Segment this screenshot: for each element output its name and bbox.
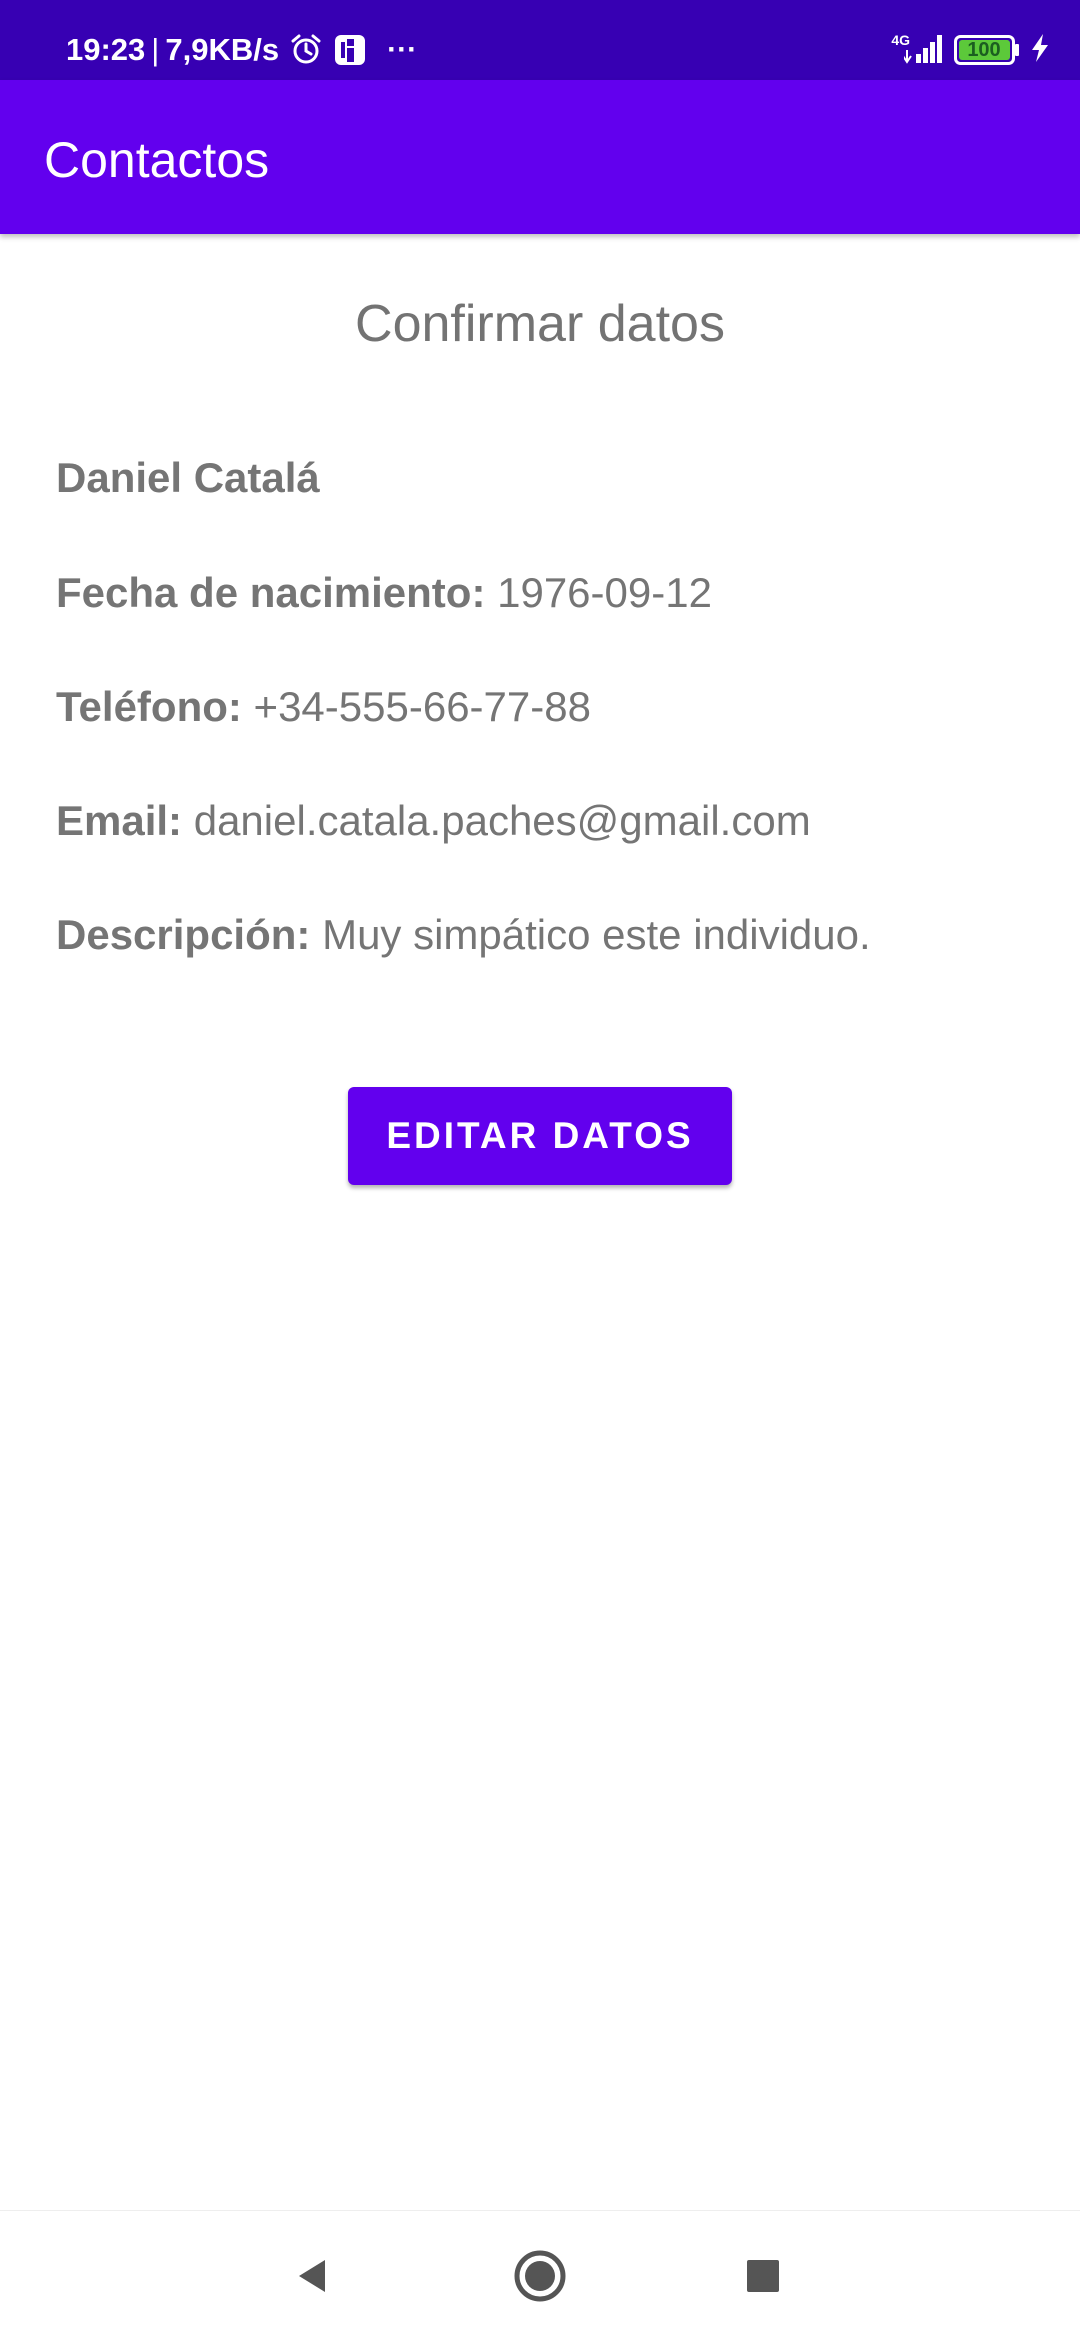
birth-date-label: Fecha de nacimiento: xyxy=(56,569,486,616)
contact-name: Daniel Catalá xyxy=(56,454,320,501)
back-icon[interactable] xyxy=(273,2236,353,2316)
notification-app-icon xyxy=(333,33,367,67)
birth-date-value: 1976-09-12 xyxy=(497,569,712,616)
screen: 19:23 | 7,9KB/s ··· 4G 100 Contactos Con… xyxy=(0,0,1080,2340)
navigation-bar xyxy=(0,2210,1080,2340)
status-time: 19:23 xyxy=(66,32,146,67)
network-type-label: 4G xyxy=(891,32,910,48)
description-label: Descripción: xyxy=(56,911,311,958)
status-bar: 19:23 | 7,9KB/s ··· 4G 100 xyxy=(0,0,1080,80)
edit-data-button[interactable]: EDITAR DATOS xyxy=(348,1087,732,1185)
page-title: Confirmar datos xyxy=(355,295,725,353)
birth-date-row: Fecha de nacimiento: 1976-09-12 xyxy=(56,569,1036,617)
battery-icon: 100 xyxy=(954,35,1020,65)
recents-icon[interactable] xyxy=(723,2236,803,2316)
status-separator: | xyxy=(151,32,160,67)
status-net-speed: 7,9KB/s xyxy=(165,32,280,67)
description-row: Descripción: Muy simpático este individu… xyxy=(56,911,1036,959)
alarm-icon xyxy=(289,33,323,67)
phone-row: Teléfono: +34-555-66-77-88 xyxy=(56,683,1036,731)
signal-icon xyxy=(902,32,944,69)
email-label: Email: xyxy=(56,797,183,844)
description-value: Muy simpático este individuo. xyxy=(322,911,871,958)
home-icon[interactable] xyxy=(500,2236,580,2316)
more-notifications-icon: ··· xyxy=(387,33,418,66)
phone-value: +34-555-66-77-88 xyxy=(253,683,591,730)
battery-level: 100 xyxy=(967,39,1001,61)
email-row: Email: daniel.catala.paches@gmail.com xyxy=(56,797,1036,845)
app-bar: Contactos xyxy=(0,80,1080,234)
phone-label: Teléfono: xyxy=(56,683,242,730)
charging-icon xyxy=(1030,33,1050,68)
email-value: daniel.catala.paches@gmail.com xyxy=(193,797,811,844)
app-title: Contactos xyxy=(44,132,270,188)
